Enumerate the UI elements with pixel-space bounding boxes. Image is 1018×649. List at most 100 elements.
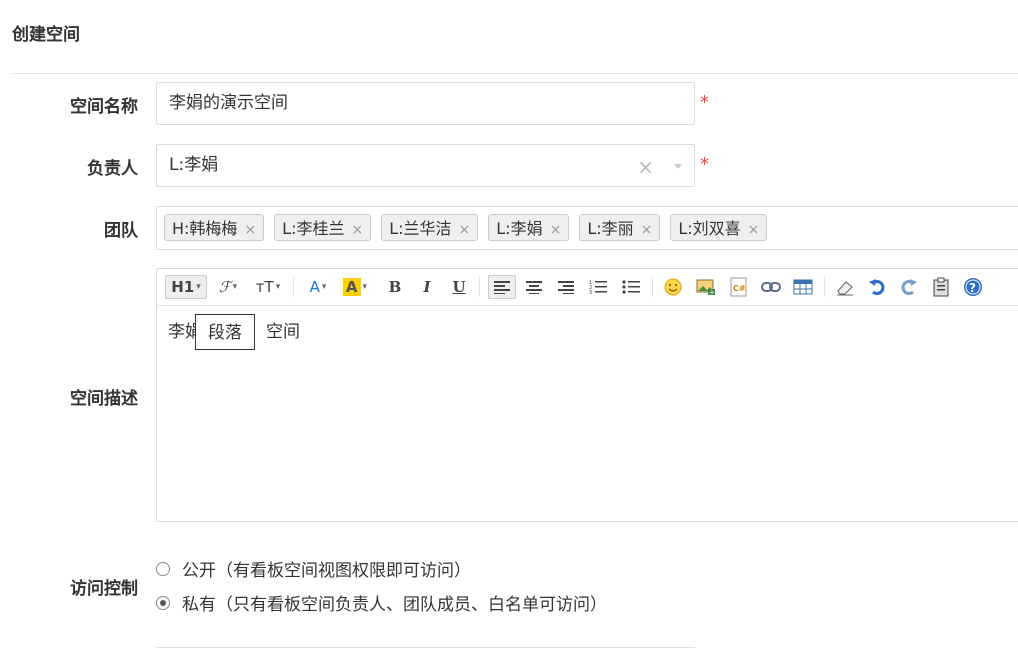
owner-label: 负责人 <box>87 159 138 179</box>
clipboard-icon <box>933 277 949 297</box>
chevron-down-icon[interactable] <box>674 164 682 169</box>
team-tag-label: L:李桂兰 <box>282 219 345 238</box>
insert-code-button[interactable]: C# <box>726 275 752 299</box>
font-family-button[interactable]: ℱ ▾ <box>213 275 243 299</box>
access-option-label: 公开（有看板空间视图权限即可访问） <box>182 561 471 581</box>
chevron-down-icon: ▾ <box>196 282 201 292</box>
paste-button[interactable] <box>928 275 954 299</box>
align-left-button[interactable] <box>488 275 516 299</box>
tag-remove-icon[interactable]: × <box>550 222 562 238</box>
help-button[interactable]: ? <box>960 275 986 299</box>
svg-text:C#: C# <box>733 284 746 293</box>
table-icon <box>793 279 813 295</box>
team-tag: H:韩梅梅 × <box>164 214 265 241</box>
chevron-down-icon: ▾ <box>321 282 327 292</box>
ordered-list-button[interactable]: 123 <box>585 275 611 299</box>
emoji-button[interactable] <box>660 275 686 299</box>
align-left-icon <box>494 281 510 294</box>
link-icon <box>761 282 781 292</box>
font-color-icon: A <box>309 278 320 296</box>
required-mark: * <box>700 154 709 175</box>
chevron-down-icon: ▾ <box>232 282 238 292</box>
team-tag-label: L:李娟 <box>496 219 543 238</box>
access-option-label: 私有（只有看板空间负责人、团队成员、白名单可访问） <box>182 595 607 615</box>
team-tag: L:李桂兰 × <box>274 214 372 241</box>
underline-button[interactable]: U <box>447 275 471 299</box>
ordered-list-icon: 123 <box>589 280 607 295</box>
access-option-private[interactable]: 私有（只有看板空间负责人、团队成员、白名单可访问） <box>156 590 607 615</box>
bullet-list-button[interactable] <box>618 275 644 299</box>
toolbar-separator <box>652 277 653 297</box>
redo-button[interactable] <box>896 275 922 299</box>
svg-text:?: ? <box>969 281 976 295</box>
team-tag: L:刘双喜 × <box>670 214 768 241</box>
tag-remove-icon[interactable]: × <box>459 222 471 238</box>
toolbar-separator <box>824 277 825 297</box>
svg-text:3: 3 <box>589 290 592 295</box>
heading-icon: H1 <box>171 278 195 296</box>
image-icon: + <box>696 279 715 297</box>
team-tag-label: L:刘双喜 <box>678 219 741 238</box>
insert-link-button[interactable] <box>758 275 784 299</box>
owner-select-value: L:李娟 <box>169 155 219 175</box>
access-option-public[interactable]: 公开（有看板空间视图权限即可访问） <box>156 556 471 581</box>
font-family-icon: ℱ <box>218 278 231 296</box>
block-format-tooltip: 段落 <box>195 314 255 350</box>
editor-toolbar: H1 ▾ ℱ ▾ тT ▾ A ▾ A ▾ B I U 123 + C# ? <box>157 269 1018 306</box>
redo-icon <box>901 279 917 295</box>
page-title: 创建空间 <box>12 25 80 45</box>
help-icon: ? <box>964 278 982 296</box>
align-center-button[interactable] <box>521 275 547 299</box>
team-tag: L:李娟 × <box>488 214 570 241</box>
team-tag-label: L:李丽 <box>587 219 634 238</box>
align-center-icon <box>526 281 542 294</box>
tag-remove-icon[interactable]: × <box>351 222 363 238</box>
rich-text-editor: H1 ▾ ℱ ▾ тT ▾ A ▾ A ▾ B I U 123 + C# ? 李… <box>156 268 1018 522</box>
radio-button-private[interactable] <box>156 595 170 610</box>
required-mark: * <box>700 92 709 113</box>
team-tag-label: H:韩梅梅 <box>172 219 238 238</box>
space-name-input[interactable]: 李娟的演示空间 <box>156 82 695 125</box>
insert-image-button[interactable]: + <box>693 275 719 299</box>
insert-table-button[interactable] <box>790 275 816 299</box>
radio-button-public[interactable] <box>156 561 170 576</box>
clear-icon[interactable]: × <box>637 155 654 179</box>
team-label: 团队 <box>104 221 138 241</box>
toolbar-separator <box>479 277 480 297</box>
undo-button[interactable] <box>864 275 890 299</box>
team-tag: L:兰华洁 × <box>381 214 479 241</box>
bullet-list-icon <box>622 280 640 294</box>
emoji-icon <box>664 278 682 296</box>
next-field-top-border <box>156 647 695 648</box>
bold-button[interactable]: B <box>383 275 407 299</box>
italic-button[interactable]: I <box>415 275 439 299</box>
align-right-icon <box>558 281 574 294</box>
highlight-icon: A <box>342 278 361 296</box>
tag-remove-icon[interactable]: × <box>748 222 760 238</box>
toolbar-separator <box>293 277 294 297</box>
eraser-icon <box>837 281 853 296</box>
space-name-label: 空间名称 <box>70 97 138 117</box>
tag-remove-icon[interactable]: × <box>244 222 256 238</box>
tag-remove-icon[interactable]: × <box>641 222 653 238</box>
chevron-down-icon: ▾ <box>362 282 368 292</box>
chevron-down-icon: ▾ <box>275 282 281 292</box>
team-tag-label: L:兰华洁 <box>389 219 452 238</box>
editor-text-end: 空间 <box>266 322 300 342</box>
clear-format-button[interactable] <box>832 275 858 299</box>
code-icon: C# <box>730 277 747 297</box>
undo-icon <box>869 279 885 295</box>
access-control-label: 访问控制 <box>70 579 138 599</box>
align-right-button[interactable] <box>553 275 579 299</box>
title-divider <box>12 73 1018 74</box>
description-label: 空间描述 <box>70 389 138 409</box>
svg-text:+: + <box>709 289 715 297</box>
font-size-button[interactable]: тT ▾ <box>251 275 285 299</box>
heading-button[interactable]: H1 ▾ <box>165 275 207 299</box>
team-tag: L:李丽 × <box>579 214 661 241</box>
team-multiselect[interactable]: H:韩梅梅 × L:李桂兰 × L:兰华洁 × L:李娟 × L:李丽 × L:刘双喜 × <box>156 206 1018 250</box>
font-color-button[interactable]: A ▾ <box>303 275 333 299</box>
font-size-icon: тT <box>255 278 274 296</box>
owner-select[interactable]: L:李娟 × <box>156 144 695 187</box>
highlight-button[interactable]: A ▾ <box>339 275 371 299</box>
